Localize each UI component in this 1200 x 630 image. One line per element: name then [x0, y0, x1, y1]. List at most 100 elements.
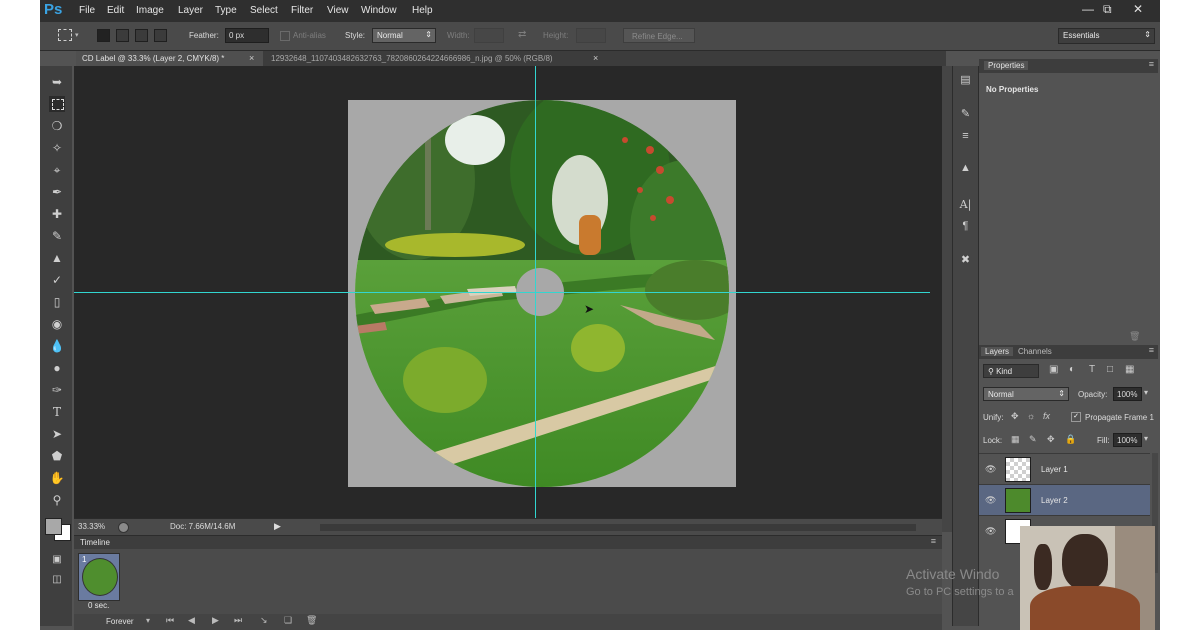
rectangular-marquee-icon[interactable] — [58, 29, 72, 41]
quick-mask-icon[interactable]: ▣ — [49, 552, 65, 568]
blur-tool-icon[interactable]: 💧 — [49, 338, 65, 354]
status-options-icon[interactable] — [118, 522, 129, 533]
menu-type[interactable]: Type — [215, 5, 237, 16]
panel-menu-icon[interactable]: ≡ — [931, 536, 936, 546]
unify-style-icon[interactable]: fx — [1043, 411, 1050, 421]
move-tool-icon[interactable]: ➥ — [49, 74, 65, 90]
play-icon[interactable]: ▶ — [212, 615, 219, 626]
width-field[interactable] — [474, 28, 504, 43]
panel-menu-icon[interactable]: ≡ — [1149, 59, 1154, 69]
first-frame-icon[interactable]: ⏮ — [166, 615, 174, 626]
restore-icon[interactable]: ⧉ — [1103, 2, 1112, 17]
shape-tool-icon[interactable]: ⬟ — [49, 448, 65, 464]
lock-transparent-icon[interactable]: ▦ — [1011, 434, 1020, 445]
horizontal-scrollbar[interactable] — [320, 524, 916, 531]
lock-all-icon[interactable]: 🔒 — [1065, 434, 1076, 445]
tab-cd-label[interactable]: CD Label @ 33.3% (Layer 2, CMYK/8) * — [76, 51, 263, 66]
subtract-from-selection-icon[interactable] — [135, 29, 148, 42]
layer-row-layer-1[interactable]: 👁 Layer 1 — [979, 453, 1150, 484]
feather-field[interactable]: 0 px — [225, 28, 269, 43]
marquee-tool-icon[interactable] — [49, 96, 65, 112]
brush-tool-icon[interactable]: ✎ — [49, 228, 65, 244]
menu-help[interactable]: Help — [412, 5, 433, 16]
zoom-tool-icon[interactable]: ⚲ — [49, 492, 65, 508]
menu-window[interactable]: Window — [361, 5, 397, 16]
screen-mode-icon[interactable]: ◫ — [49, 572, 65, 588]
visibility-eye-icon[interactable]: 👁 — [985, 526, 996, 537]
brush-presets-icon[interactable]: ✎ — [957, 106, 974, 123]
zoom-level[interactable]: 33.33% — [78, 522, 105, 531]
character-icon[interactable]: A| — [957, 196, 974, 213]
smart-object-filter-icon[interactable]: ▦ — [1125, 364, 1134, 375]
eyedropper-tool-icon[interactable]: ✒ — [49, 184, 65, 200]
history-icon[interactable]: ▤ — [957, 72, 974, 89]
chevron-down-icon[interactable]: ▾ — [75, 31, 79, 39]
hand-tool-icon[interactable]: ✋ — [49, 470, 65, 486]
height-field[interactable] — [576, 28, 606, 43]
paint-bucket-tool-icon[interactable]: ◉ — [49, 316, 65, 332]
eraser-tool-icon[interactable]: ▯ — [49, 294, 65, 310]
canvas-area[interactable]: ➤ — [74, 66, 942, 518]
new-selection-icon[interactable] — [97, 29, 110, 42]
healing-brush-tool-icon[interactable]: ✚ — [49, 206, 65, 222]
menu-edit[interactable]: Edit — [107, 5, 124, 16]
next-frame-icon[interactable]: ⏭ — [234, 615, 242, 626]
swap-icon[interactable]: ⇄ — [518, 29, 526, 40]
dodge-tool-icon[interactable]: ● — [49, 360, 65, 376]
history-brush-tool-icon[interactable]: ✓ — [49, 272, 65, 288]
close-icon[interactable]: ✕ — [1133, 2, 1143, 16]
menu-view[interactable]: View — [327, 5, 349, 16]
panel-menu-icon[interactable]: ≡ — [1149, 345, 1154, 355]
lasso-tool-icon[interactable]: ❍ — [49, 118, 65, 134]
menu-select[interactable]: Select — [250, 5, 278, 16]
chevron-down-icon[interactable]: ▾ — [1144, 388, 1148, 397]
minimize-icon[interactable]: — — [1082, 2, 1094, 16]
animation-frame-1[interactable]: 1 — [78, 553, 120, 601]
fill-field[interactable]: 100% — [1113, 433, 1142, 447]
tools-presets-icon[interactable]: ✖ — [957, 252, 974, 269]
timeline-title[interactable]: Timeline — [80, 538, 110, 547]
workspace-dropdown[interactable]: Essentials ⇕ — [1058, 28, 1155, 44]
path-selection-tool-icon[interactable]: ➤ — [49, 426, 65, 442]
visibility-eye-icon[interactable]: 👁 — [985, 464, 996, 475]
style-dropdown[interactable]: Normal ⇕ — [372, 28, 436, 43]
tab-close-icon[interactable]: × — [249, 53, 254, 63]
tab-close-icon[interactable]: × — [593, 53, 598, 63]
adjustments-icon[interactable]: ≡ — [957, 128, 974, 145]
crop-tool-icon[interactable]: ⌖ — [49, 162, 65, 178]
unify-position-icon[interactable]: ✥ — [1011, 411, 1019, 422]
menu-file[interactable]: File — [79, 5, 95, 16]
tab-channels[interactable]: Channels — [1018, 347, 1052, 356]
tween-icon[interactable]: ↘ — [260, 615, 268, 626]
properties-tab[interactable]: Properties — [984, 61, 1029, 70]
loop-dropdown[interactable]: Forever — [106, 617, 134, 626]
previous-frame-icon[interactable]: ◀ — [188, 615, 195, 626]
tab-layers[interactable]: Layers — [981, 347, 1014, 356]
refine-edge-button[interactable]: Refine Edge... — [623, 28, 695, 43]
clone-source-icon[interactable]: ▲ — [957, 160, 974, 177]
paragraph-icon[interactable]: ¶ — [957, 218, 974, 235]
unify-visibility-icon[interactable]: ☼ — [1027, 411, 1035, 421]
clone-stamp-tool-icon[interactable]: ▲ — [49, 250, 65, 266]
type-tool-icon[interactable]: T — [49, 404, 65, 420]
visibility-eye-icon[interactable]: 👁 — [985, 495, 996, 506]
shape-filter-icon[interactable]: □ — [1107, 364, 1113, 375]
type-filter-icon[interactable]: T — [1089, 364, 1095, 375]
filter-kind-dropdown[interactable]: ⚲ Kind — [983, 364, 1039, 378]
vertical-guide[interactable] — [535, 66, 536, 518]
magic-wand-tool-icon[interactable]: ✧ — [49, 140, 65, 156]
pen-tool-icon[interactable]: ✑ — [49, 382, 65, 398]
pixel-filter-icon[interactable]: ▣ — [1049, 364, 1058, 375]
horizontal-guide[interactable] — [74, 292, 930, 293]
adjustment-filter-icon[interactable]: ◐ — [1069, 364, 1075, 375]
tab-garden-jpg[interactable]: 12932648_1107403482632763_78208602642246… — [265, 51, 605, 66]
chevron-down-icon[interactable]: ▾ — [146, 616, 150, 625]
lock-position-icon[interactable]: ✥ — [1047, 434, 1055, 445]
layer-row-layer-2[interactable]: 👁 Layer 2 — [979, 484, 1150, 515]
propagate-checkbox[interactable]: ✓ — [1071, 412, 1081, 422]
frame-delay[interactable]: 0 sec. — [88, 601, 109, 610]
foreground-color-swatch[interactable] — [45, 518, 62, 535]
add-to-selection-icon[interactable] — [116, 29, 129, 42]
delete-frame-icon[interactable]: 🗑 — [306, 615, 317, 626]
opacity-field[interactable]: 100% — [1113, 387, 1142, 401]
